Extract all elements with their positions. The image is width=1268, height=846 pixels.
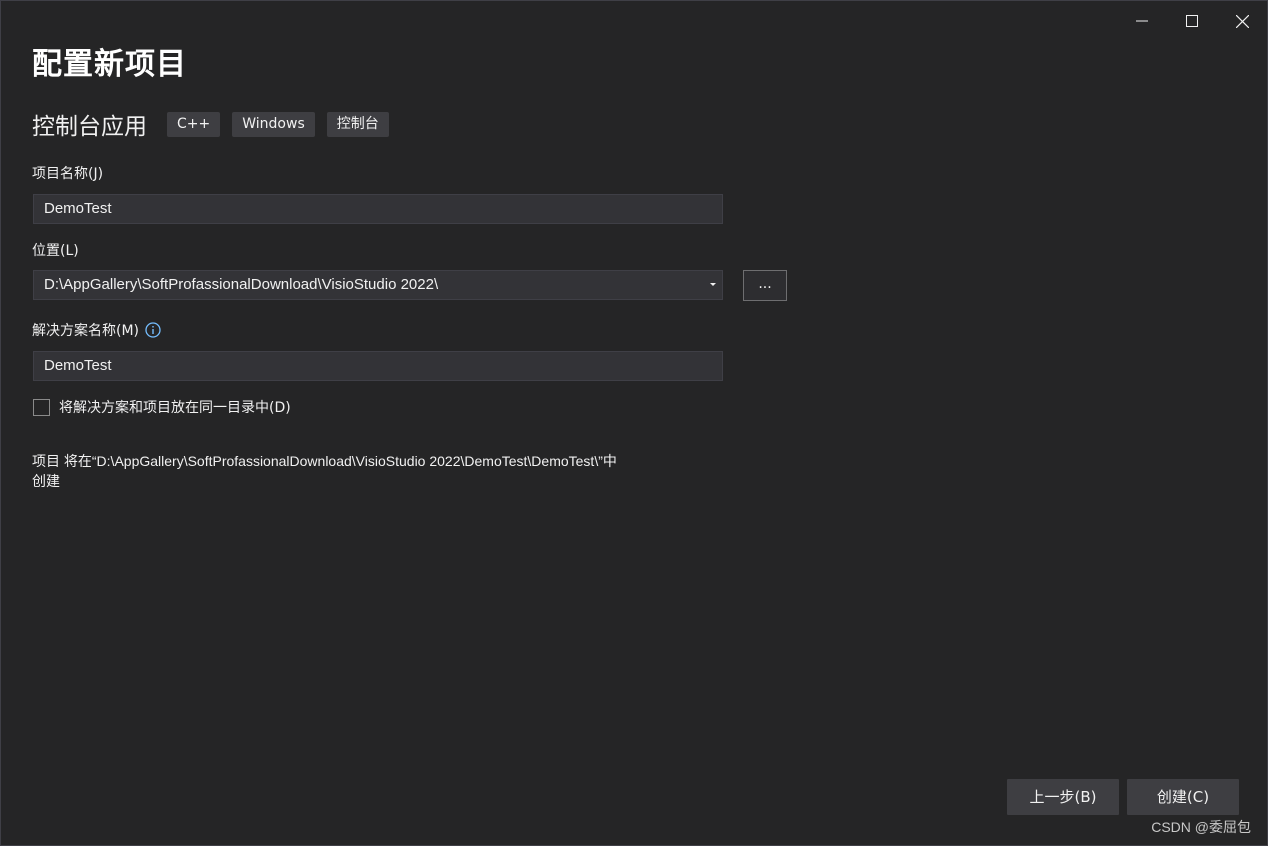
window-controls bbox=[1117, 1, 1267, 41]
chevron-down-icon[interactable] bbox=[710, 283, 716, 286]
solution-name-label-row: 解决方案名称(M) bbox=[32, 320, 161, 342]
back-button[interactable]: 上一步(B) bbox=[1007, 779, 1119, 815]
tag-language: C++ bbox=[167, 111, 221, 137]
solution-name-input[interactable]: DemoTest bbox=[33, 351, 723, 381]
close-button[interactable] bbox=[1217, 1, 1267, 41]
template-header: 控制台应用 C++ Windows 控制台 bbox=[32, 107, 401, 141]
page-title: 配置新项目 bbox=[32, 47, 187, 82]
project-location-summary: 项目 将在“D:\AppGallery\SoftProfassionalDown… bbox=[32, 451, 732, 491]
create-button[interactable]: 创建(C) bbox=[1127, 779, 1239, 815]
template-name: 控制台应用 bbox=[32, 114, 147, 140]
same-directory-checkbox[interactable] bbox=[33, 398, 50, 416]
tag-project-type: 控制台 bbox=[326, 111, 389, 137]
project-name-value: DemoTest bbox=[44, 200, 112, 217]
solution-name-label: 解决方案名称(M) bbox=[32, 323, 140, 339]
project-name-label: 项目名称(J) bbox=[32, 166, 104, 182]
solution-name-value: DemoTest bbox=[44, 357, 112, 374]
configure-project-window: 配置新项目 控制台应用 C++ Windows 控制台 项目名称(J) Demo… bbox=[0, 0, 1268, 846]
same-directory-label[interactable]: 将解决方案和项目放在同一目录中(D) bbox=[59, 397, 291, 417]
summary-line-2: 创建 bbox=[32, 473, 60, 489]
location-label: 位置(L) bbox=[32, 243, 79, 259]
minimize-icon bbox=[1136, 20, 1148, 22]
maximize-icon bbox=[1186, 15, 1198, 27]
browse-location-button[interactable]: ... bbox=[743, 270, 787, 301]
info-icon[interactable] bbox=[145, 322, 161, 342]
same-directory-option[interactable]: 将解决方案和项目放在同一目录中(D) bbox=[33, 397, 291, 417]
watermark: CSDN @委屈包 bbox=[1151, 819, 1251, 835]
close-icon bbox=[1235, 14, 1249, 28]
location-combobox[interactable]: D:\AppGallery\SoftProfassionalDownload\V… bbox=[33, 270, 723, 300]
tag-platform: Windows bbox=[232, 111, 315, 137]
location-value: D:\AppGallery\SoftProfassionalDownload\V… bbox=[44, 276, 439, 293]
minimize-button[interactable] bbox=[1117, 1, 1167, 41]
summary-line-1: 项目 将在“D:\AppGallery\SoftProfassionalDown… bbox=[32, 453, 617, 469]
maximize-button[interactable] bbox=[1167, 1, 1217, 41]
project-name-input[interactable]: DemoTest bbox=[33, 194, 723, 224]
